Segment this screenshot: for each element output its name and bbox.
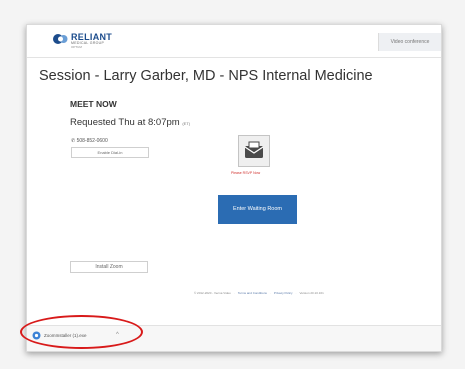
version-text: Version 20.10.161 xyxy=(299,291,324,295)
meet-now-heading: MEET NOW xyxy=(70,99,117,109)
video-conference-button[interactable]: Video conference xyxy=(378,33,441,51)
timezone-label: (ET) xyxy=(182,121,191,126)
highlight-annotation xyxy=(20,315,143,349)
envelope-icon xyxy=(244,141,264,158)
page-header: RELIANT MEDICAL GROUP OPTUM Video confer… xyxy=(27,25,441,58)
enter-waiting-room-button[interactable]: Enter Waiting Room xyxy=(218,195,297,224)
logo-subtitle-2: OPTUM xyxy=(71,45,82,49)
reliant-logo[interactable]: RELIANT MEDICAL GROUP OPTUM xyxy=(53,32,133,50)
rsvp-button[interactable] xyxy=(238,135,270,167)
privacy-link[interactable]: Privacy Policy xyxy=(274,291,293,295)
phone-number: ✆ 508-852-0600 xyxy=(71,138,108,144)
phone-icon: ✆ xyxy=(71,138,76,144)
rsvp-label[interactable]: Please RSVP Now xyxy=(231,171,260,175)
requested-time: Requested Thu at 8:07pm (ET) xyxy=(70,117,190,128)
page-footer: © 2012-2020 - Vecna Video · Terms and Cond… xyxy=(194,291,324,295)
browser-page: RELIANT MEDICAL GROUP OPTUM Video confer… xyxy=(26,24,442,352)
copyright-text: © 2012-2020 - Vecna Video xyxy=(194,291,231,295)
phone-number-text: 508-852-0600 xyxy=(76,138,108,144)
requested-label: Requested Thu at 8:07pm xyxy=(70,117,180,128)
install-zoom-button[interactable]: Install Zoom xyxy=(70,261,148,273)
session-title: Session - Larry Garber, MD - NPS Interna… xyxy=(39,68,373,84)
terms-link[interactable]: Terms and Conditions xyxy=(238,291,267,295)
enable-dial-in-button[interactable]: Enable Dial-in xyxy=(71,147,149,158)
reliant-logo-mark-icon xyxy=(53,34,68,44)
